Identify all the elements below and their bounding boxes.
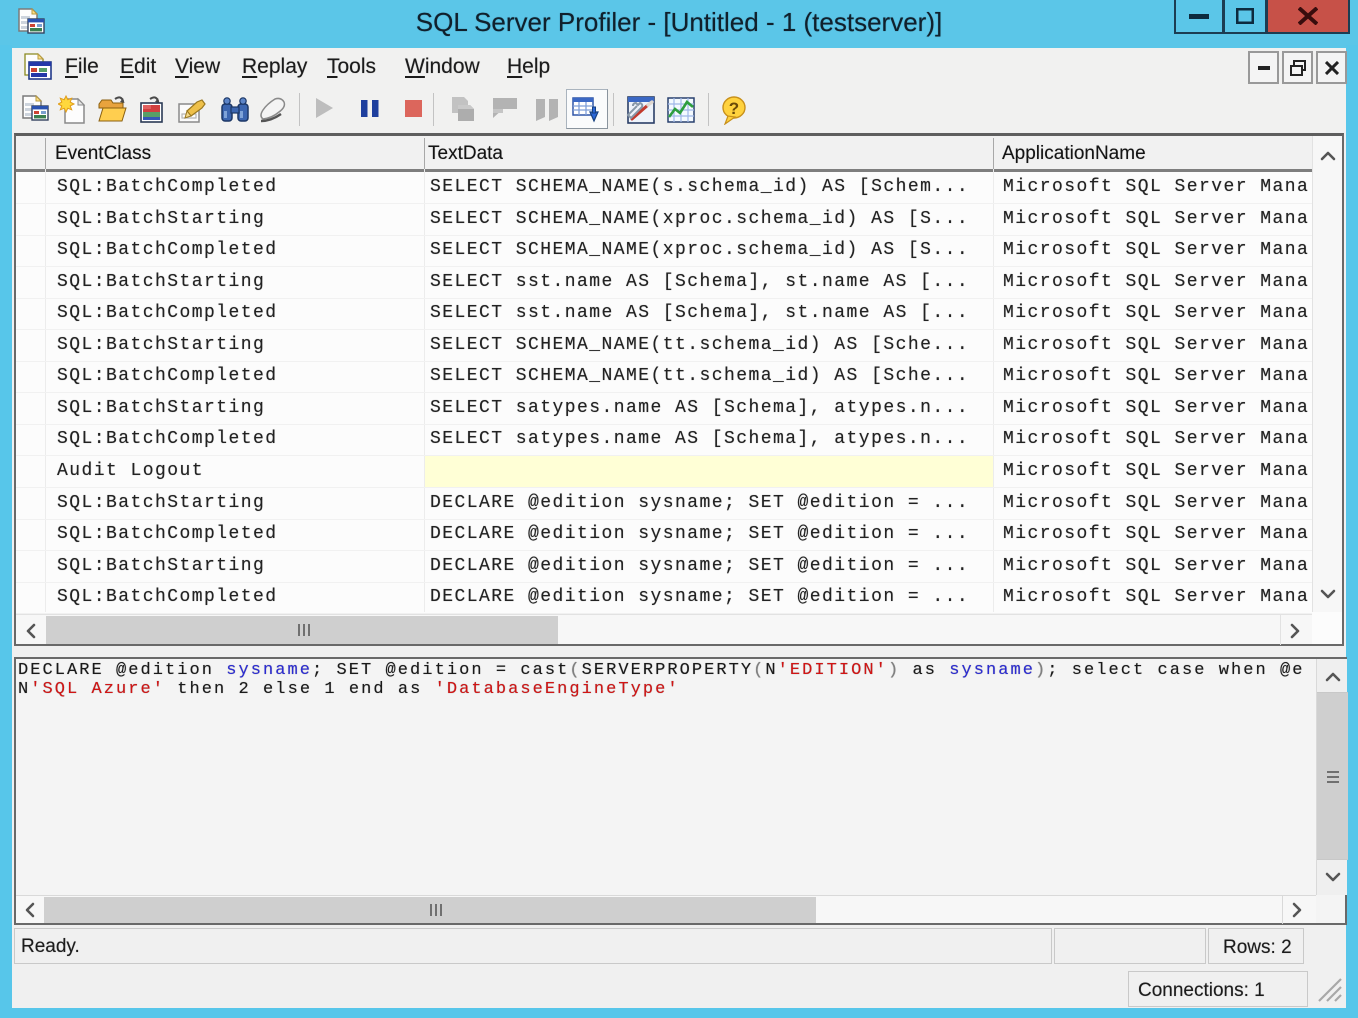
svg-text:?: ? <box>729 99 739 118</box>
